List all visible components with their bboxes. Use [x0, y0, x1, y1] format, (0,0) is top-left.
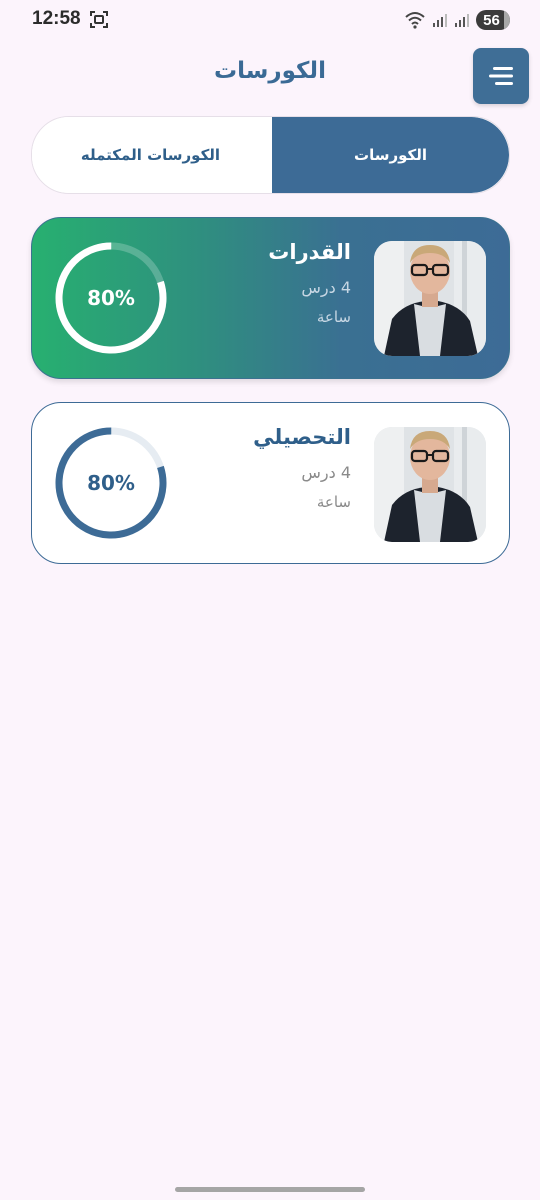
progress-percentage: 80% [87, 286, 135, 310]
course-lessons: 4 درس [301, 463, 351, 482]
tab-courses[interactable]: الكورسات [272, 117, 509, 193]
courses-screen: 12:58 56 الكورسات الكورسات المكتمله الكو… [0, 0, 540, 1200]
course-card[interactable]: التحصيلي 4 درس ساعة 80% [31, 402, 510, 564]
page-title: الكورسات [214, 58, 326, 84]
status-bar: 12:58 56 [0, 0, 540, 40]
course-hours: ساعة [316, 308, 351, 326]
menu-button[interactable] [473, 48, 529, 104]
course-hours: ساعة [316, 493, 351, 511]
signal-icon [433, 14, 447, 27]
status-time: 12:58 [32, 8, 81, 29]
course-card[interactable]: القدرات 4 درس ساعة 80% [31, 217, 510, 379]
tab-completed-courses[interactable]: الكورسات المكتمله [32, 117, 269, 193]
signal-icon [455, 14, 469, 27]
screen-record-icon [90, 11, 108, 28]
battery-level: 56 [483, 11, 500, 29]
status-icons: 56 [404, 9, 510, 31]
home-indicator[interactable] [175, 1187, 365, 1192]
course-title: القدرات [268, 240, 351, 264]
menu-icon [489, 67, 513, 85]
course-title: التحصيلي [253, 425, 351, 449]
wifi-icon [405, 12, 425, 29]
course-lessons: 4 درس [301, 278, 351, 297]
course-instructor-photo [374, 241, 486, 356]
course-tabs: الكورسات المكتمله الكورسات [31, 116, 510, 194]
progress-percentage: 80% [87, 471, 135, 495]
course-instructor-photo [374, 427, 486, 542]
battery-indicator: 56 [476, 10, 510, 30]
